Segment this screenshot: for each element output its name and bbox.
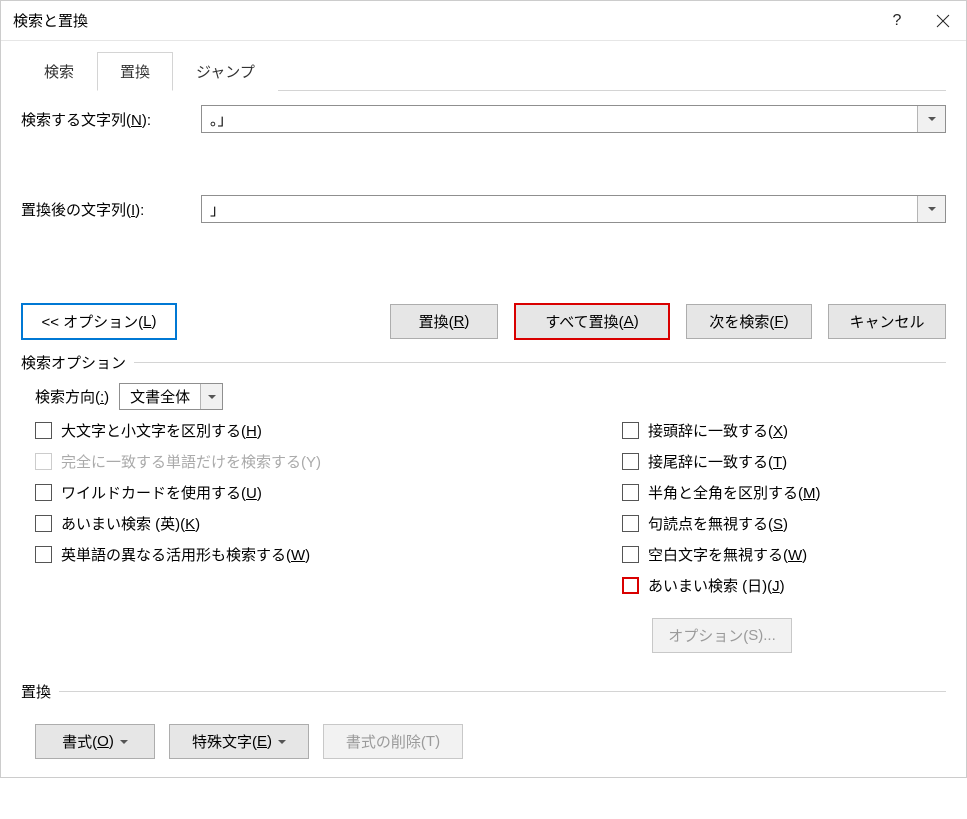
footer-buttons: 書式(O) 特殊文字(E) 書式の削除(T): [21, 706, 946, 759]
chevron-down-icon: [120, 740, 128, 744]
tab-search[interactable]: 検索: [21, 52, 97, 91]
options-legend: 検索オプション: [21, 352, 946, 373]
chevron-down-icon: [928, 117, 936, 121]
search-label: 検索する文字列(N):: [21, 109, 191, 130]
main-buttons: << オプション(L) 置換(R) すべて置換(A) 次を検索(F) キャンセル: [21, 303, 946, 340]
replace-legend: 置換: [21, 681, 946, 702]
chk-fuzzy-en[interactable]: あいまい検索 (英)(K): [35, 513, 562, 534]
replace-footer-fieldset: 置換 書式(O) 特殊文字(E) 書式の削除(T): [21, 681, 946, 759]
left-column: 大文字と小文字を区別する(H) 完全に一致する単語だけを検索する(Y) ワイルド…: [35, 420, 562, 653]
chk-whole-word: 完全に一致する単語だけを検索する(Y): [35, 451, 562, 472]
replace-all-button[interactable]: すべて置換(A): [514, 303, 670, 340]
dialog-content: 検索 置換 ジャンプ 検索する文字列(N): 置換後の文字列(I):: [1, 41, 966, 777]
tab-replace[interactable]: 置換: [97, 52, 173, 91]
direction-dropdown[interactable]: [200, 384, 222, 409]
replace-label: 置換後の文字列(I):: [21, 199, 191, 220]
chk-prefix[interactable]: 接頭辞に一致する(X): [622, 420, 942, 441]
search-input[interactable]: [202, 106, 917, 132]
format-button[interactable]: 書式(O): [35, 724, 155, 759]
tab-jump[interactable]: ジャンプ: [173, 52, 278, 91]
direction-value: 文書全体: [120, 384, 200, 409]
special-button[interactable]: 特殊文字(E): [169, 724, 309, 759]
close-button[interactable]: [920, 1, 966, 41]
chk-fuzzy-jp[interactable]: あいまい検索 (日)(J): [622, 575, 942, 596]
no-format-button: 書式の削除(T): [323, 724, 463, 759]
chk-wildcard[interactable]: ワイルドカードを使用する(U): [35, 482, 562, 503]
fuzzy-options-button: オプション(S)...: [652, 618, 792, 653]
chevron-down-icon: [208, 395, 216, 399]
replace-button[interactable]: 置換(R): [390, 304, 498, 339]
right-column: 接頭辞に一致する(X) 接尾辞に一致する(T) 半角と全角を区別する(M) 句読…: [622, 420, 942, 653]
tabs: 検索 置換 ジャンプ: [21, 51, 946, 91]
search-combo: [201, 105, 946, 133]
help-button[interactable]: ?: [874, 1, 920, 41]
dialog-title: 検索と置換: [13, 10, 88, 31]
replace-dropdown[interactable]: [917, 196, 945, 222]
chk-word-forms[interactable]: 英単語の異なる活用形も検索する(W): [35, 544, 562, 565]
direction-row: 検索方向(:) 文書全体: [35, 383, 942, 410]
chk-ignore-ws[interactable]: 空白文字を無視する(W): [622, 544, 942, 565]
chk-width[interactable]: 半角と全角を区別する(M): [622, 482, 942, 503]
direction-select[interactable]: 文書全体: [119, 383, 223, 410]
chk-ignore-punct[interactable]: 句読点を無視する(S): [622, 513, 942, 534]
search-dropdown[interactable]: [917, 106, 945, 132]
cancel-button[interactable]: キャンセル: [828, 304, 946, 339]
chevron-down-icon: [278, 740, 286, 744]
toggle-options-button[interactable]: << オプション(L): [21, 303, 177, 340]
find-replace-dialog: 検索と置換 ? 検索 置換 ジャンプ 検索する文字列(N): 置換: [0, 0, 967, 778]
close-icon: [936, 14, 950, 28]
replace-row: 置換後の文字列(I):: [21, 195, 946, 223]
chk-match-case[interactable]: 大文字と小文字を区別する(H): [35, 420, 562, 441]
search-row: 検索する文字列(N):: [21, 105, 946, 133]
find-next-button[interactable]: 次を検索(F): [686, 304, 812, 339]
checkbox-columns: 大文字と小文字を区別する(H) 完全に一致する単語だけを検索する(Y) ワイルド…: [35, 420, 942, 653]
direction-label: 検索方向(:): [35, 386, 109, 407]
titlebar: 検索と置換 ?: [1, 1, 966, 41]
search-options-fieldset: 検索オプション 検索方向(:) 文書全体 大文字と小文字を区別する(H): [21, 352, 946, 653]
titlebar-buttons: ?: [874, 1, 966, 41]
chevron-down-icon: [928, 207, 936, 211]
replace-combo: [201, 195, 946, 223]
chk-suffix[interactable]: 接尾辞に一致する(T): [622, 451, 942, 472]
replace-input[interactable]: [202, 196, 917, 222]
